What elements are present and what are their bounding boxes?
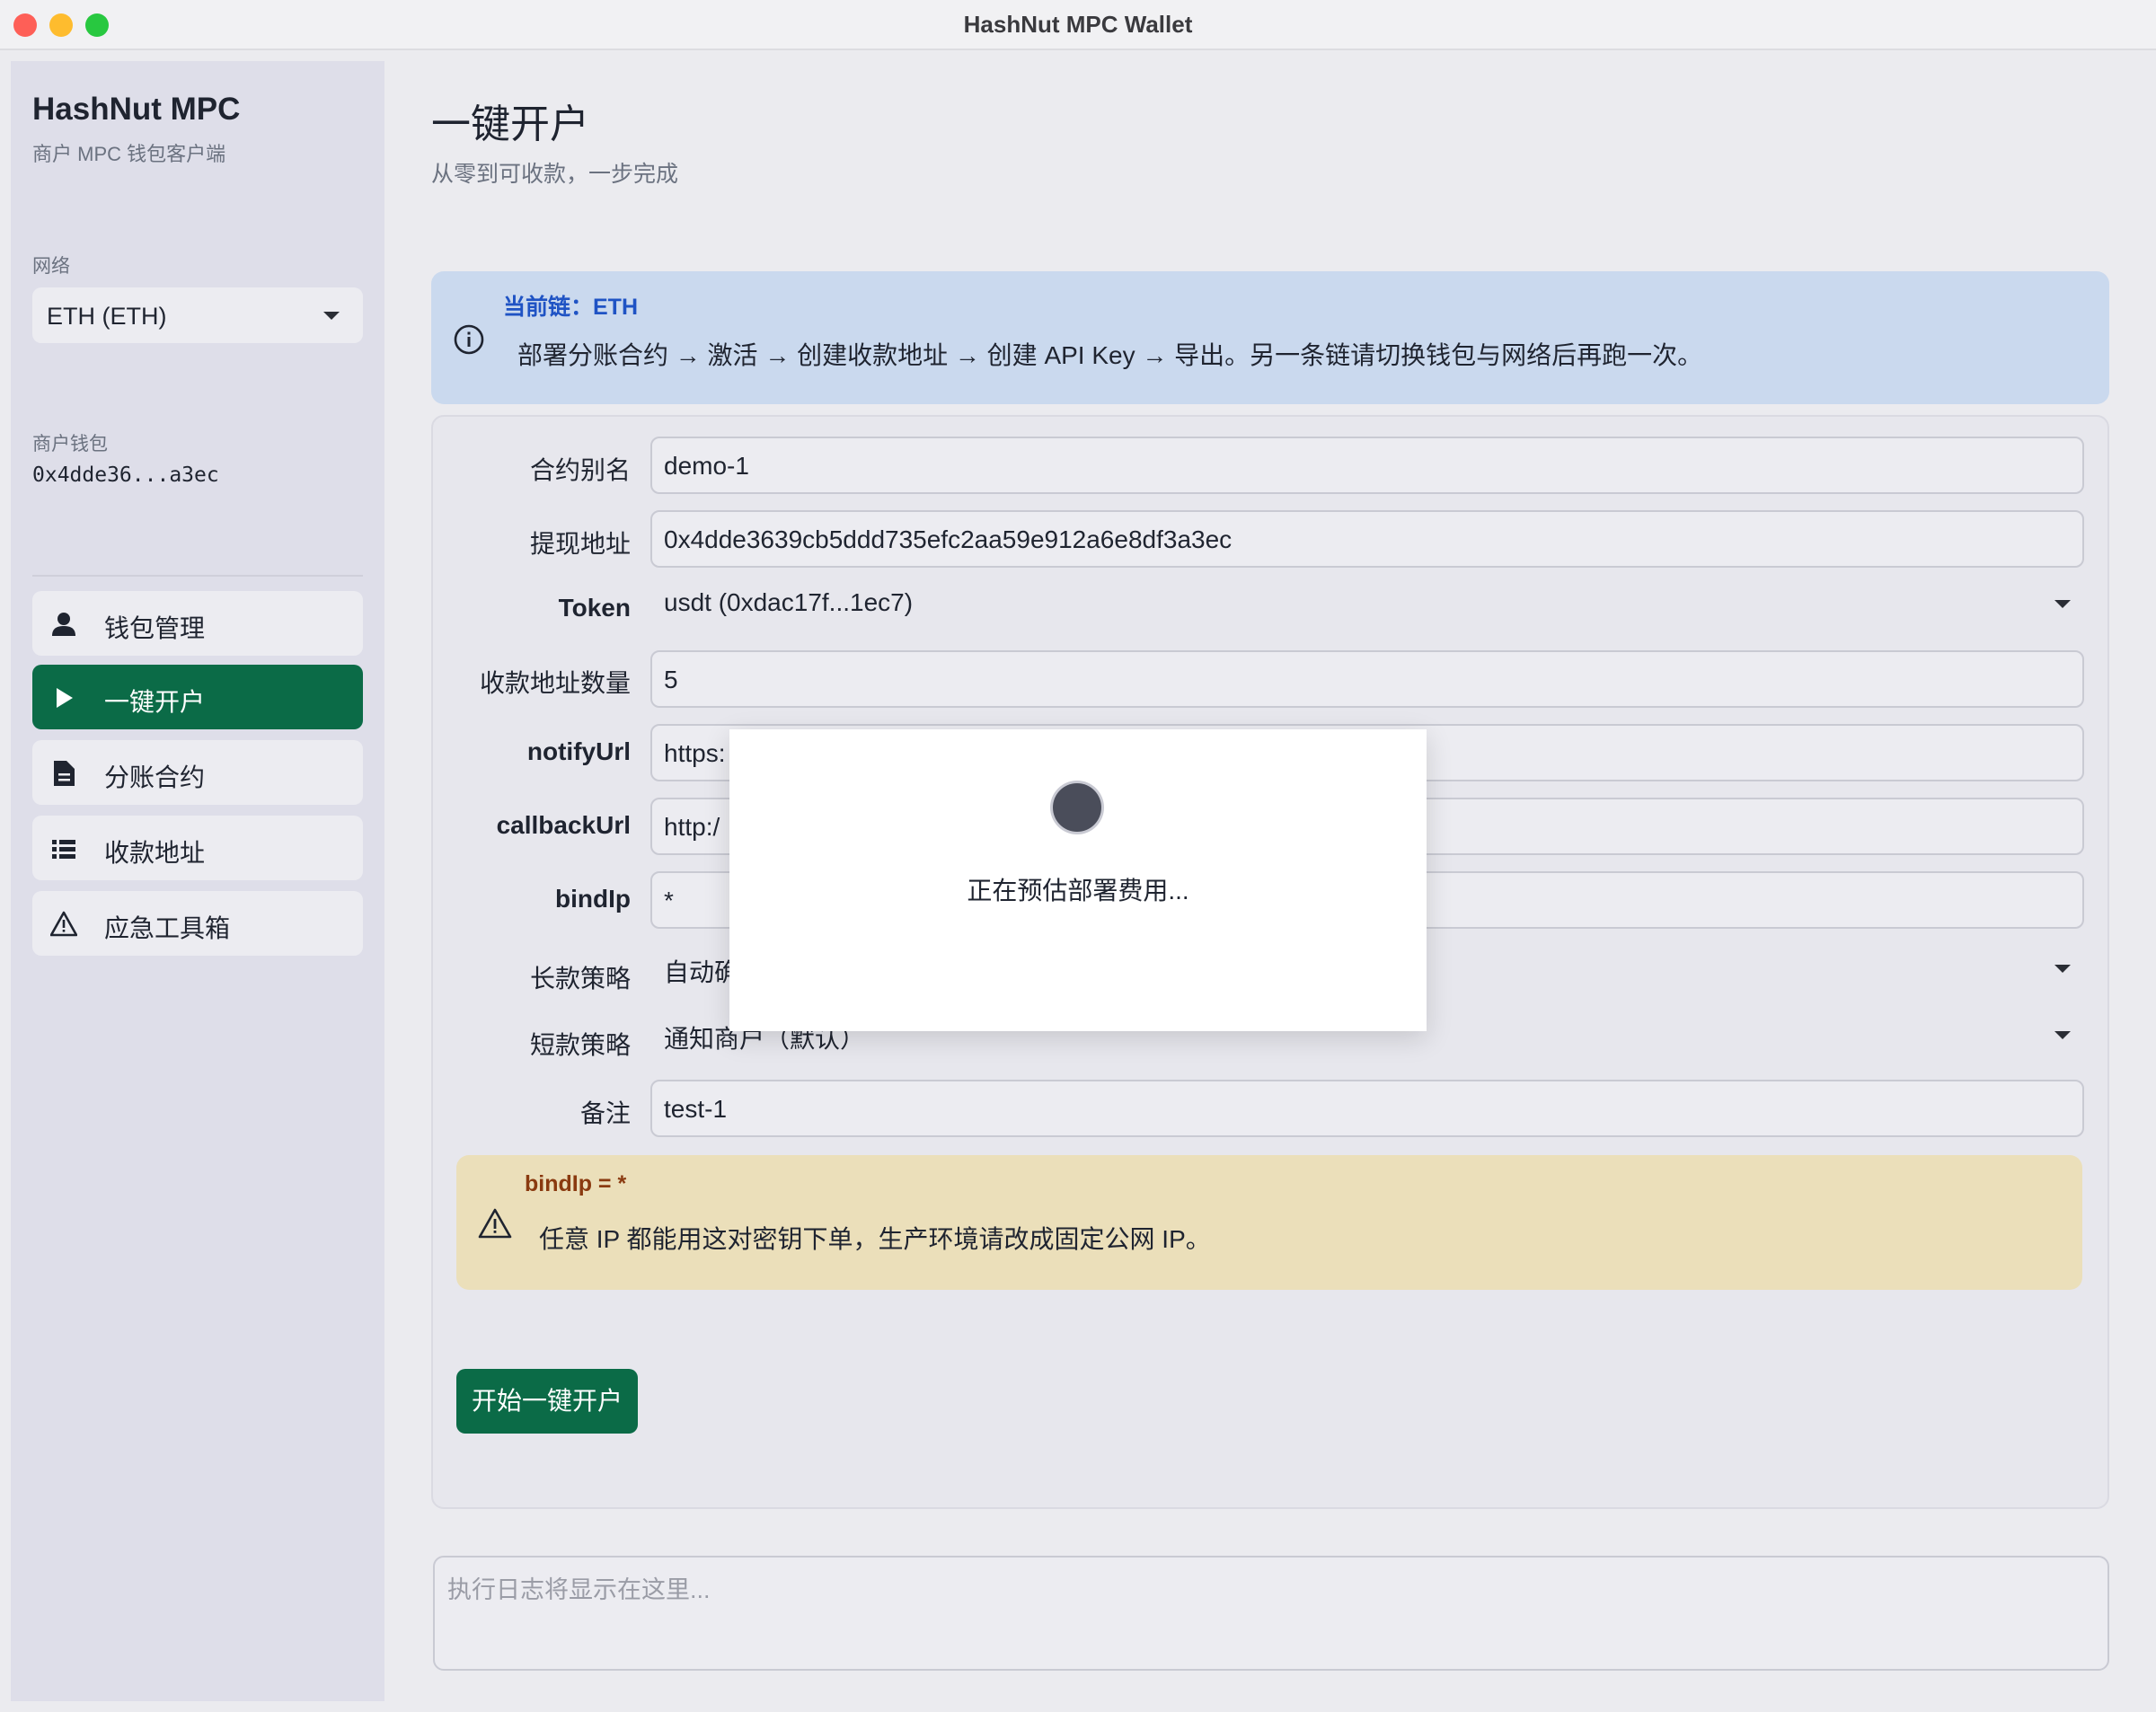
start-setup-button[interactable]: 开始一键开户 bbox=[456, 1369, 638, 1434]
execution-log[interactable]: 执行日志将显示在这里... bbox=[433, 1556, 2109, 1671]
sidebar-item-emergency-toolbox[interactable]: 应急工具箱 bbox=[32, 891, 363, 956]
warning-icon bbox=[478, 1208, 512, 1239]
loading-dialog: 正在预估部署费用... bbox=[729, 729, 1427, 1031]
page-subtitle: 从零到可收款，一步完成 bbox=[431, 162, 679, 187]
sidebar-item-wallet-management[interactable]: 钱包管理 bbox=[32, 591, 363, 656]
callback-url-label: callbackUrl bbox=[496, 811, 631, 839]
sidebar-item-label: 应急工具箱 bbox=[104, 914, 231, 942]
token-select-value: usdt (0xdac17f...1ec7) bbox=[664, 588, 914, 616]
sidebar-item-label: 钱包管理 bbox=[104, 614, 206, 642]
alias-label: 合约别名 bbox=[529, 456, 631, 484]
info-banner: 当前链：ETH 部署分账合约 → 激活 → 创建收款地址 → 创建 API Ke… bbox=[431, 271, 2109, 404]
info-banner-text: 部署分账合约 → 激活 → 创建收款地址 → 创建 API Key → 导出。另… bbox=[517, 341, 1703, 369]
address-count-input[interactable]: 5 bbox=[650, 650, 2084, 708]
chevron-down-icon bbox=[323, 312, 340, 320]
user-icon bbox=[52, 613, 75, 636]
warning-icon bbox=[50, 911, 77, 937]
sidebar: HashNut MPC 商户 MPC 钱包客户端 网络 ETH (ETH) 商户… bbox=[11, 61, 384, 1701]
brand-subtitle: 商户 MPC 钱包客户端 bbox=[32, 143, 226, 165]
window-title: HashNut MPC Wallet bbox=[963, 11, 1193, 38]
page-title: 一键开户 bbox=[431, 102, 589, 146]
sidebar-divider bbox=[32, 575, 363, 577]
network-select[interactable]: ETH (ETH) bbox=[32, 287, 363, 343]
note-input[interactable]: test-1 bbox=[650, 1080, 2084, 1137]
token-select[interactable]: usdt (0xdac17f...1ec7) bbox=[650, 584, 2084, 629]
chevron-down-icon bbox=[2054, 600, 2071, 608]
withdraw-address-input[interactable]: 0x4dde3639cb5ddd735efc2aa59e912a6e8df3a3… bbox=[650, 510, 2084, 568]
token-label: Token bbox=[558, 594, 631, 622]
loading-message: 正在预估部署费用... bbox=[967, 877, 1189, 905]
play-icon bbox=[57, 688, 73, 708]
network-label: 网络 bbox=[32, 256, 70, 277]
withdraw-address-label: 提现地址 bbox=[529, 530, 631, 558]
wallet-label: 商户钱包 bbox=[32, 434, 108, 454]
bind-ip-label: bindIp bbox=[555, 885, 631, 913]
address-count-label: 收款地址数量 bbox=[479, 669, 631, 697]
alias-input[interactable]: demo-1 bbox=[650, 437, 2084, 494]
network-select-value: ETH (ETH) bbox=[47, 303, 167, 330]
sidebar-item-label: 分账合约 bbox=[104, 763, 206, 791]
list-icon bbox=[52, 840, 75, 859]
warning-title: bindIp = * bbox=[525, 1171, 627, 1196]
loading-spinner-icon bbox=[1053, 783, 1101, 832]
info-icon bbox=[454, 324, 484, 355]
overpayment-policy-value: 自动确 bbox=[664, 958, 740, 986]
sidebar-item-split-contract[interactable]: 分账合约 bbox=[32, 740, 363, 805]
warning-text: 任意 IP 都能用这对密钥下单，生产环境请改成固定公网 IP。 bbox=[539, 1225, 1211, 1253]
underpayment-policy-label: 短款策略 bbox=[529, 1031, 631, 1059]
sidebar-item-label: 一键开户 bbox=[104, 688, 206, 716]
wallet-address: 0x4dde36...a3ec bbox=[32, 463, 219, 487]
overpayment-policy-label: 长款策略 bbox=[529, 965, 631, 993]
sidebar-item-label: 收款地址 bbox=[104, 839, 206, 867]
bind-ip-warning: bindIp = * 任意 IP 都能用这对密钥下单，生产环境请改成固定公网 I… bbox=[456, 1155, 2082, 1290]
sidebar-item-one-click-setup[interactable]: 一键开户 bbox=[32, 665, 363, 729]
sidebar-item-receiving-addresses[interactable]: 收款地址 bbox=[32, 816, 363, 880]
chevron-down-icon bbox=[2054, 1031, 2071, 1039]
chevron-down-icon bbox=[2054, 965, 2071, 973]
info-banner-title: 当前链：ETH bbox=[503, 295, 639, 320]
document-icon bbox=[54, 761, 75, 786]
note-label: 备注 bbox=[579, 1099, 631, 1127]
notify-url-label: notifyUrl bbox=[526, 737, 631, 765]
brand-title: HashNut MPC bbox=[32, 92, 241, 127]
title-bar: HashNut MPC Wallet bbox=[0, 0, 2156, 50]
